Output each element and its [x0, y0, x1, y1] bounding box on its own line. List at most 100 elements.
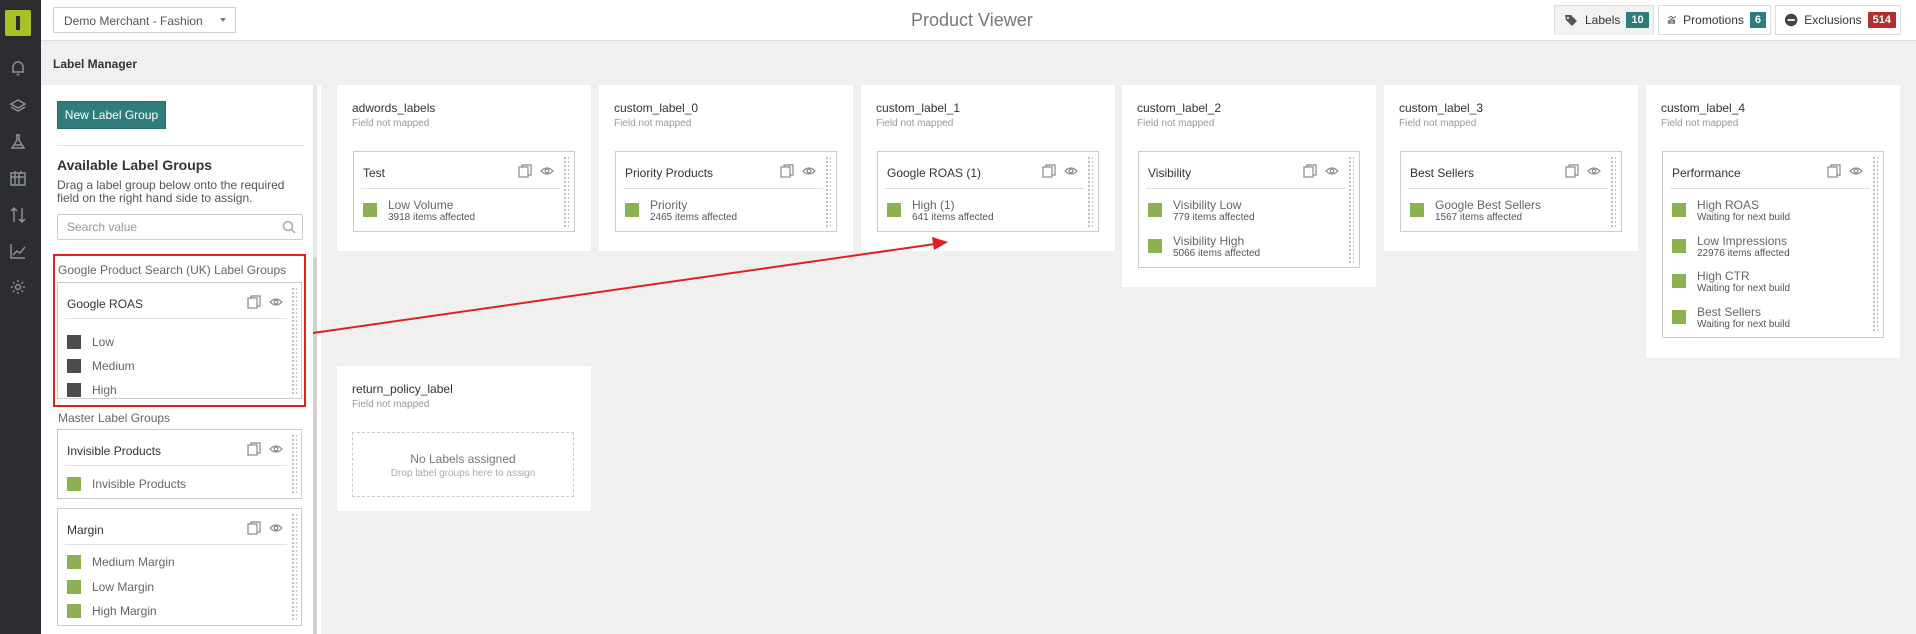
label-name: Low Impressions [1697, 234, 1788, 248]
eye-icon[interactable] [1849, 164, 1863, 178]
copy-icon[interactable] [1827, 164, 1841, 178]
label-name: Medium Margin [92, 555, 175, 569]
list-item: Priority 2465 items affected [625, 198, 737, 223]
list-item: Low Margin [67, 580, 154, 594]
calendar-icon[interactable] [7, 167, 29, 189]
group-title: Google ROAS (1) [887, 166, 982, 180]
copy-icon[interactable] [780, 164, 794, 178]
panel-scrollbar[interactable] [313, 85, 317, 634]
group-title: Performance [1672, 166, 1741, 180]
assigned-group-card[interactable]: Visibility Visibility Low 779 items affec… [1138, 151, 1360, 268]
bell-icon[interactable] [7, 57, 29, 79]
label-name: High (1) [912, 198, 955, 212]
copy-icon[interactable] [247, 442, 261, 456]
drag-handle[interactable] [291, 513, 297, 621]
assigned-group-card[interactable]: Google ROAS (1) High (1) 641 items affect… [877, 151, 1099, 232]
search-input[interactable] [58, 215, 268, 239]
eye-icon[interactable] [1325, 164, 1339, 178]
field-column-custom-label-0: custom_label_0 Field not mapped Priority… [599, 85, 853, 251]
copy-icon[interactable] [518, 164, 532, 178]
items-affected: Waiting for next build [1697, 283, 1791, 294]
label-name: High CTR [1697, 269, 1750, 283]
trend-icon[interactable] [7, 240, 29, 262]
eye-icon[interactable] [269, 442, 283, 456]
label-swatch [1672, 310, 1686, 324]
layers-icon[interactable] [7, 95, 29, 117]
eye-icon[interactable] [1587, 164, 1601, 178]
list-item: Invisible Products [67, 477, 186, 491]
items-affected: 1567 items affected [1435, 212, 1523, 223]
list-item: High ROAS Waiting for next build [1672, 198, 1790, 223]
drag-handle[interactable] [563, 156, 569, 227]
label-swatch [67, 477, 81, 491]
label-drop-zone[interactable]: No Labels assigned Drop label groups her… [352, 432, 574, 497]
merchant-selector-value: Demo Merchant - Fashion [64, 14, 203, 28]
eye-icon[interactable] [269, 521, 283, 535]
field-mapping-status: Field not mapped [1137, 118, 1215, 129]
divider [1670, 188, 1870, 189]
items-affected: 779 items affected [1173, 212, 1255, 223]
drag-handle[interactable] [1087, 156, 1093, 227]
field-title: custom_label_2 [1137, 101, 1222, 115]
list-item: Google Best Sellers 1567 items affected [1410, 198, 1541, 223]
field-column-custom-label-2: custom_label_2 Field not mapped Visibili… [1122, 85, 1376, 287]
label-group-card[interactable]: Margin Medium Margin Low Margin High Mar… [57, 508, 302, 626]
label-name: High Margin [92, 604, 157, 618]
eye-icon[interactable] [802, 164, 816, 178]
items-affected: 5066 items affected [1173, 248, 1261, 259]
field-title: custom_label_3 [1399, 101, 1484, 115]
field-title: return_policy_label [352, 382, 453, 396]
divider [1408, 188, 1608, 189]
drag-handle[interactable] [1872, 156, 1878, 333]
gear-icon[interactable] [7, 276, 29, 298]
copy-icon[interactable] [1042, 164, 1056, 178]
divider [1146, 188, 1346, 189]
annotation-highlight-box [53, 254, 306, 407]
new-label-group-button[interactable]: New Label Group [57, 101, 166, 129]
eye-icon[interactable] [540, 164, 554, 178]
eye-icon[interactable] [1064, 164, 1078, 178]
empty-hint: Drop label groups here to assign [390, 468, 536, 479]
field-column-adwords-labels: adwords_labels Field not mapped Test Low… [337, 85, 591, 251]
list-item: Visibility High 5066 items affected [1148, 234, 1260, 259]
label-swatch [1410, 203, 1424, 217]
assigned-group-card[interactable]: Priority Products Priority 2465 items aff… [615, 151, 837, 232]
label-swatch [1672, 203, 1686, 217]
label-group-card[interactable]: Invisible Products Invisible Products [57, 429, 302, 499]
list-item: High CTR Waiting for next build [1672, 269, 1790, 294]
drag-handle[interactable] [825, 156, 831, 227]
tab-promotions[interactable]: Promotions 6 [1658, 5, 1771, 35]
available-groups-description: Drag a label group below onto the requir… [57, 178, 285, 205]
copy-icon[interactable] [247, 521, 261, 535]
tab-exclusions[interactable]: Exclusions 514 [1775, 5, 1901, 35]
field-column-return-policy-label: return_policy_label Field not mapped No … [337, 366, 591, 511]
label-swatch [67, 555, 81, 569]
assigned-group-card[interactable]: Test Low Volume 3918 items affected [353, 151, 575, 232]
label-name: Best Sellers [1697, 305, 1762, 319]
merchant-selector[interactable]: Demo Merchant - Fashion [53, 7, 236, 33]
sort-icon[interactable] [7, 204, 29, 226]
field-column-custom-label-1: custom_label_1 Field not mapped Google R… [861, 85, 1115, 251]
drag-handle[interactable] [291, 434, 297, 494]
minus-circle-icon [1784, 13, 1798, 27]
tab-label: Exclusions [1804, 13, 1862, 27]
assigned-group-card[interactable]: Performance High ROAS Waiting for next bu… [1662, 151, 1884, 338]
divider [361, 188, 561, 189]
field-mapping-status: Field not mapped [1399, 118, 1477, 129]
flask-icon[interactable] [7, 131, 29, 153]
drag-handle[interactable] [1348, 156, 1354, 263]
label-name: High ROAS [1697, 198, 1760, 212]
copy-icon[interactable] [1303, 164, 1317, 178]
drag-handle[interactable] [1610, 156, 1616, 227]
scrollbar-thumb[interactable] [313, 258, 317, 634]
tab-labels[interactable]: Labels 10 [1554, 5, 1654, 35]
field-mapping-status: Field not mapped [352, 399, 430, 410]
search-icon[interactable] [282, 220, 296, 234]
field-column-custom-label-3: custom_label_3 Field not mapped Best Sel… [1384, 85, 1638, 251]
copy-icon[interactable] [1565, 164, 1579, 178]
divider [65, 465, 287, 466]
field-column-custom-label-4: custom_label_4 Field not mapped Performa… [1646, 85, 1900, 358]
field-title: custom_label_4 [1661, 101, 1746, 115]
assigned-group-card[interactable]: Best Sellers Google Best Sellers 1567 ite… [1400, 151, 1622, 232]
app-logo[interactable] [5, 10, 31, 36]
